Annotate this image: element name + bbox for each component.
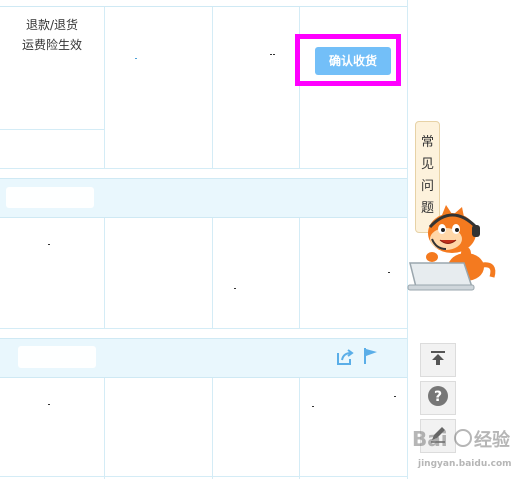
faq-char: 问 [420, 179, 434, 194]
svg-text:Bai: Bai [412, 427, 448, 451]
help-icon: ? [427, 385, 449, 411]
mark [394, 396, 396, 397]
mark [135, 58, 137, 59]
refund-info: 退款/退货 运费险生效 [0, 15, 104, 55]
refund-return-link[interactable]: 退款/退货 [0, 15, 104, 35]
col-divider [104, 378, 105, 479]
back-to-top-icon [429, 349, 447, 371]
col-divider [212, 378, 213, 479]
col-divider [212, 218, 213, 328]
row-divider [0, 328, 407, 329]
confirm-highlight-box: 确认收货 [295, 34, 401, 86]
col-divider [104, 7, 105, 169]
col-divider [212, 7, 213, 169]
col-divider [299, 7, 300, 169]
svg-text:?: ? [434, 389, 442, 405]
faq-char: 常 [420, 135, 434, 150]
svg-text:jingyan.baidu.com: jingyan.baidu.com [417, 459, 512, 469]
help-button[interactable]: ? [420, 381, 456, 415]
share-icon[interactable] [335, 347, 355, 367]
order-header-info [6, 187, 94, 208]
mark [388, 272, 390, 273]
panel-top-border [0, 6, 407, 7]
watermark-logo: Bai 经验 jingyan.baidu.com [410, 418, 530, 473]
mark [270, 54, 272, 55]
row-divider [0, 476, 407, 477]
order-header-info [18, 346, 96, 368]
svg-text:经验: 经验 [474, 429, 511, 451]
row-divider [0, 129, 104, 130]
shipping-insurance-label: 运费险生效 [21, 38, 82, 52]
mark [312, 406, 314, 407]
support-mascot-icon[interactable] [406, 205, 498, 295]
faq-char: 见 [420, 157, 434, 172]
mark [48, 244, 50, 245]
row-divider [0, 168, 407, 169]
mark [273, 54, 275, 55]
mark [48, 404, 50, 405]
col-divider [299, 218, 300, 328]
col-divider [104, 218, 105, 328]
mark [234, 288, 236, 289]
flag-icon[interactable] [362, 346, 380, 366]
back-to-top-button[interactable] [420, 343, 456, 377]
col-divider [299, 378, 300, 479]
confirm-receipt-button[interactable]: 确认收货 [315, 47, 391, 75]
